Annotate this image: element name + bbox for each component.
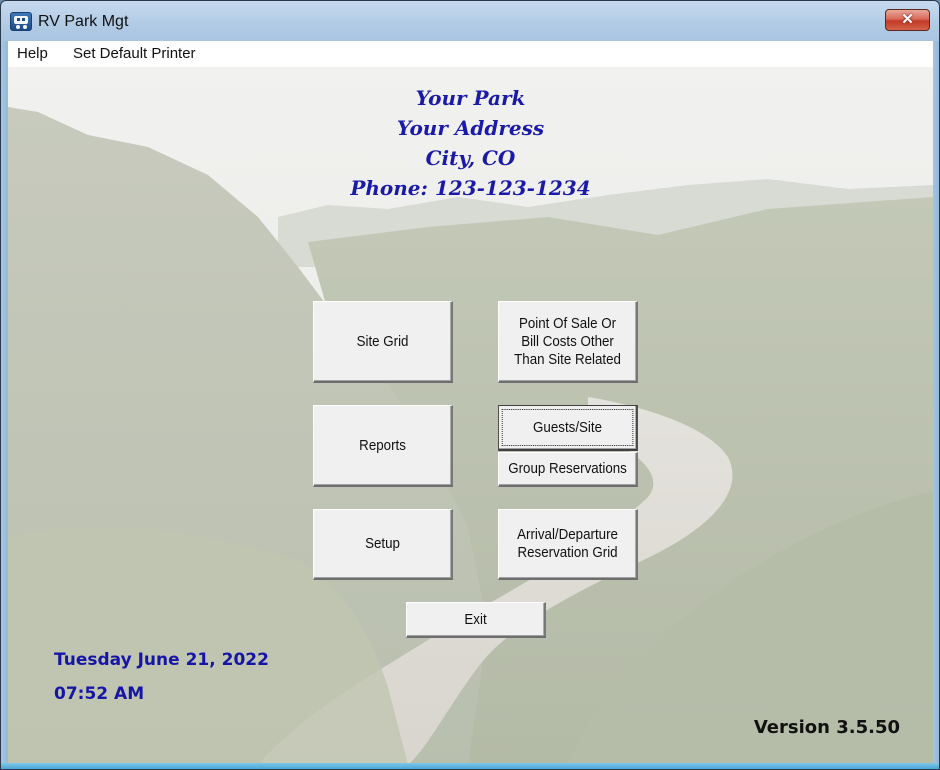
window-frame-bottom xyxy=(1,763,939,769)
version-label: Version 3.5.50 xyxy=(753,717,900,738)
park-name: Your Park xyxy=(415,86,526,110)
current-time: 07:52 AM xyxy=(54,684,145,704)
app-window: RV Park Mgt ✕ Help Set Default Printer Y… xyxy=(0,0,940,770)
client-area: Help Set Default Printer Your Park Your … xyxy=(8,41,933,765)
park-address: Your Address xyxy=(396,116,545,140)
menu-bar: Help Set Default Printer xyxy=(8,41,933,67)
setup-button[interactable]: Setup xyxy=(313,509,453,580)
window-frame-right xyxy=(932,41,939,769)
group-reservations-button[interactable]: Group Reservations xyxy=(498,452,638,487)
reports-button[interactable]: Reports xyxy=(313,405,453,487)
close-button[interactable]: ✕ xyxy=(885,9,930,31)
park-city-state: City, CO xyxy=(425,146,516,170)
title-bar[interactable]: RV Park Mgt ✕ xyxy=(1,1,939,41)
focus-ring xyxy=(501,409,634,446)
point-of-sale-button[interactable]: Point Of Sale Or Bill Costs Other Than S… xyxy=(498,301,638,383)
arrival-departure-grid-button[interactable]: Arrival/Departure Reservation Grid xyxy=(498,509,638,580)
window-title: RV Park Mgt xyxy=(38,13,129,30)
background-landscape: Your Park Your Address City, CO Phone: 1… xyxy=(8,67,933,765)
park-phone: Phone: 123-123-1234 xyxy=(350,176,591,200)
current-date: Tuesday June 21, 2022 xyxy=(54,650,269,670)
exit-button[interactable]: Exit xyxy=(406,602,546,638)
rv-camper-icon xyxy=(10,12,32,31)
site-grid-button[interactable]: Site Grid xyxy=(313,301,453,383)
menu-help[interactable]: Help xyxy=(14,45,51,62)
menu-set-default-printer[interactable]: Set Default Printer xyxy=(70,45,199,62)
close-icon: ✕ xyxy=(901,11,914,28)
window-frame-left xyxy=(1,41,8,769)
guests-site-button[interactable]: Guests/Site xyxy=(498,405,638,451)
